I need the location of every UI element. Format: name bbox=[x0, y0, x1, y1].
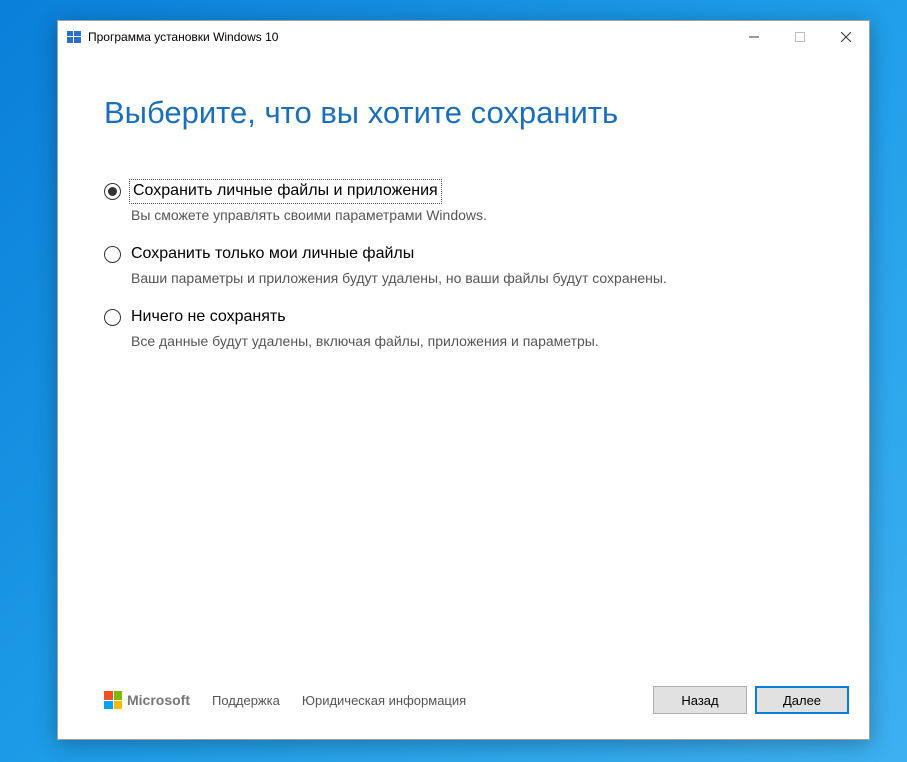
option-keep-nothing[interactable]: Ничего не сохранять Все данные будут уда… bbox=[104, 307, 823, 350]
maximize-button bbox=[777, 21, 823, 53]
footer-buttons: Назад Далее bbox=[653, 686, 849, 714]
close-button[interactable] bbox=[823, 21, 869, 53]
option-description: Вы сможете управлять своими параметрами … bbox=[131, 206, 487, 224]
footer: Microsoft Поддержка Юридическая информац… bbox=[58, 675, 869, 739]
legal-link[interactable]: Юридическая информация bbox=[302, 693, 466, 708]
microsoft-logo: Microsoft bbox=[104, 691, 190, 709]
page-heading: Выберите, что вы хотите сохранить bbox=[104, 95, 823, 131]
options-group: Сохранить личные файлы и приложения Вы с… bbox=[104, 181, 823, 350]
content-area: Выберите, что вы хотите сохранить Сохран… bbox=[58, 53, 869, 675]
option-text: Сохранить личные файлы и приложения Вы с… bbox=[131, 181, 487, 224]
option-label: Сохранить только мои личные файлы bbox=[131, 244, 667, 265]
app-icon bbox=[66, 29, 82, 45]
minimize-button[interactable] bbox=[731, 21, 777, 53]
option-label: Ничего не сохранять bbox=[131, 307, 599, 328]
back-button[interactable]: Назад bbox=[653, 686, 747, 714]
radio-icon bbox=[104, 183, 121, 200]
option-description: Все данные будут удалены, включая файлы,… bbox=[131, 332, 599, 350]
setup-window: Программа установки Windows 10 Выберите,… bbox=[57, 20, 870, 740]
option-text: Ничего не сохранять Все данные будут уда… bbox=[131, 307, 599, 350]
option-keep-files-only[interactable]: Сохранить только мои личные файлы Ваши п… bbox=[104, 244, 823, 287]
option-text: Сохранить только мои личные файлы Ваши п… bbox=[131, 244, 667, 287]
support-link[interactable]: Поддержка bbox=[212, 693, 280, 708]
option-label: Сохранить личные файлы и приложения bbox=[131, 181, 440, 202]
next-button[interactable]: Далее bbox=[755, 686, 849, 714]
footer-left: Microsoft Поддержка Юридическая информац… bbox=[104, 691, 466, 709]
titlebar-left: Программа установки Windows 10 bbox=[66, 29, 278, 45]
microsoft-logo-text: Microsoft bbox=[127, 692, 190, 708]
radio-icon bbox=[104, 309, 121, 326]
radio-icon bbox=[104, 246, 121, 263]
option-keep-files-apps[interactable]: Сохранить личные файлы и приложения Вы с… bbox=[104, 181, 823, 224]
microsoft-logo-icon bbox=[104, 691, 122, 709]
window-title: Программа установки Windows 10 bbox=[88, 30, 278, 44]
window-controls bbox=[731, 21, 869, 53]
option-description: Ваши параметры и приложения будут удален… bbox=[131, 269, 667, 287]
titlebar: Программа установки Windows 10 bbox=[58, 21, 869, 53]
